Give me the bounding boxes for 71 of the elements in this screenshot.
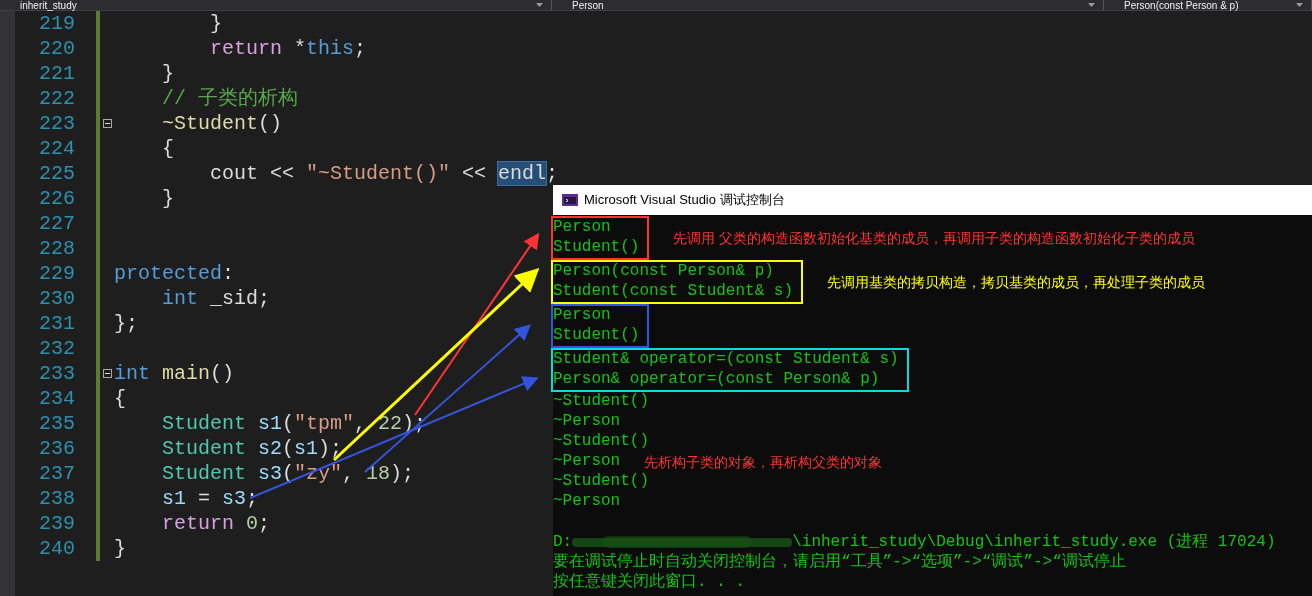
console-message: 要在调试停止时自动关闭控制台，请启用“工具”->“选项”->“调试”->“调试停止 [553,552,1127,572]
navigation-dropdown[interactable]: Person [552,0,1104,10]
code-line: return 0; [161,511,271,536]
code-line: int main() [114,361,235,386]
line-number: 224 [38,135,75,162]
line-number: 232 [38,335,75,362]
line-number: 228 [38,235,75,262]
code-line: return *this; [209,36,367,61]
console-output-line: ~Student() [553,432,649,452]
code-line: }; [114,311,138,336]
line-number: 221 [38,60,75,87]
line-number: 222 [38,85,75,112]
console-output-line: ~Student() [553,472,649,492]
code-line: } [161,186,174,211]
code-line: s1 = s3; [161,486,259,511]
line-number: 238 [38,485,75,512]
blur-redaction-icon [572,534,793,550]
console-output-line: ~Student() [553,392,649,412]
line-number: 239 [38,510,75,537]
line-number: 235 [38,410,75,437]
line-number: 237 [38,460,75,487]
line-number: 234 [38,385,75,412]
console-output-line: Student() [553,238,640,258]
dropdown-caret-icon [1296,3,1303,7]
line-number: 231 [38,310,75,337]
line-number: 223 [38,110,75,137]
console-output-line: ~Person [553,492,622,512]
code-line: } [114,536,126,561]
line-number: 219 [38,11,75,37]
console-output-line: Person [553,306,612,326]
console-message: 按任意键关闭此窗口. . . [553,572,746,592]
console-output-line: Person& operator=(const Person& p) [553,370,881,390]
navigation-dropdown[interactable]: inherit_study [0,0,552,10]
line-number: 229 [38,260,75,287]
dropdown-caret-icon [536,3,543,7]
code-line: { [161,136,174,161]
line-number: 220 [38,35,75,62]
console-output-line: ~Person [553,452,621,472]
dropdown-caret-icon [1088,3,1095,7]
collapse-icon[interactable] [102,119,112,128]
code-line: } [161,61,174,86]
console-output-line: Student& operator=(const Student& s) [553,350,899,370]
console-title: Microsoft Visual Studio 调试控制台 [584,191,785,210]
console-app-icon [562,194,578,206]
annotation-note: 先析构子类的对象，再析构父类的对象 [644,453,883,472]
line-number: 240 [38,535,75,562]
code-line: { [114,386,126,411]
line-number: 230 [38,285,75,312]
console-output-line: Person [553,218,612,238]
console-path-start: D: [553,532,573,552]
code-line: protected: [114,261,235,286]
code-line: int _sid; [161,286,271,311]
annotation-note: 先调用 父类的构造函数初始化基类的成员，再调用子类的构造函数初始化子类的成员 [673,229,1196,248]
navigation-dropdown[interactable]: Person(const Person & p) [1104,0,1312,10]
code-line: // 子类的析构 [161,86,298,111]
line-number: 233 [38,360,75,387]
code-line: cout << "~Student()" << endl; [209,161,559,186]
annotation-note: 先调用基类的拷贝构造，拷贝基类的成员，再处理子类的成员 [827,273,1206,292]
code-line: Student s2(s1); [161,436,343,461]
line-number: 225 [38,160,75,187]
code-line: ~Student() [161,111,283,136]
console-output-line: ~Person [553,412,622,432]
console-output-line: Student(const Student& s) [553,282,794,302]
collapse-icon[interactable] [102,369,112,378]
console-output-line: Person(const Person& p) [553,262,775,282]
code-line: } [209,11,223,36]
line-number: 227 [38,210,75,237]
line-number: 236 [38,435,75,462]
line-number: 226 [38,185,75,212]
console-output-line: Student() [553,326,640,346]
console-path-end: \inherit_study\Debug\inherit_study.exe (进程 17024) [792,532,1276,552]
